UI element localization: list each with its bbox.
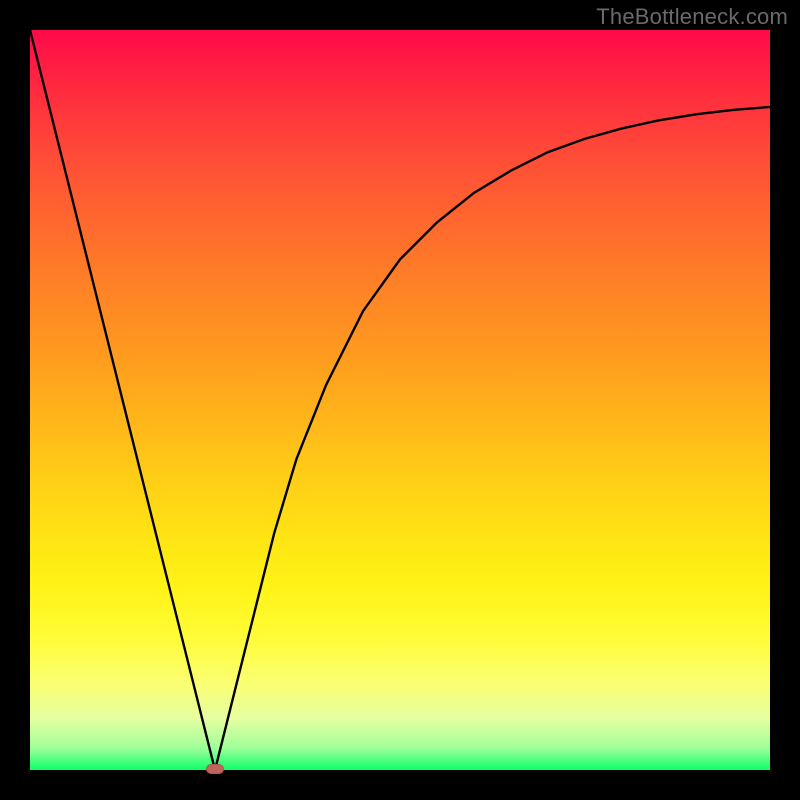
min-marker (206, 764, 224, 774)
curve-svg (30, 30, 770, 770)
plot-area (30, 30, 770, 770)
credit-label: TheBottleneck.com (596, 4, 788, 30)
chart-stage: TheBottleneck.com (0, 0, 800, 800)
curve-line (30, 30, 770, 770)
